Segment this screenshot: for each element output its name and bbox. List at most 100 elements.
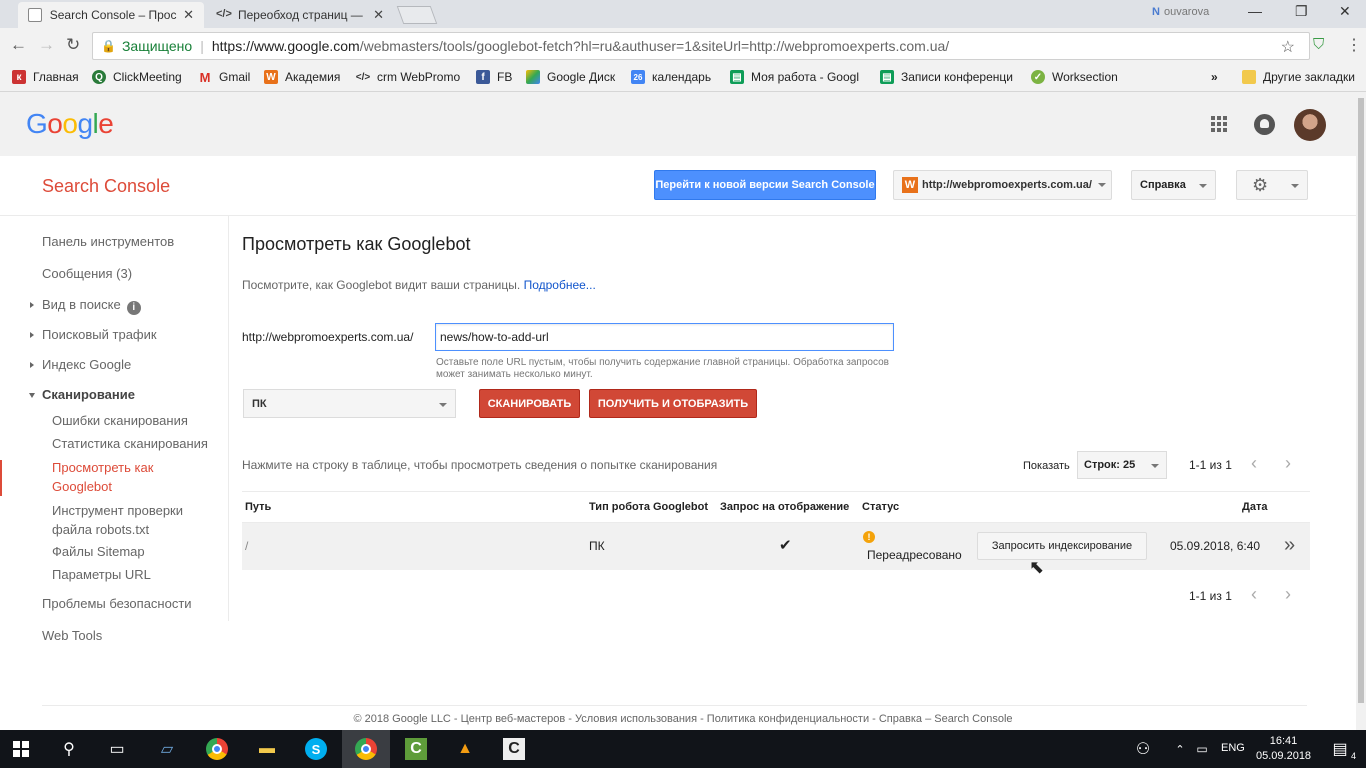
- bookmark-item[interactable]: ✓ Worksection: [1031, 70, 1118, 84]
- browser-tab-recrawl[interactable]: </> Переобход страниц — I ✕: [206, 2, 394, 28]
- search-icon[interactable]: ⚲: [57, 737, 81, 761]
- action-center-icon[interactable]: ▤ 4: [1328, 737, 1356, 761]
- row-status: Переадресовано: [867, 548, 962, 562]
- sidebar-item-search-traffic[interactable]: Поисковый трафик: [42, 327, 157, 342]
- fetch-and-render-button[interactable]: ПОЛУЧИТЬ И ОТОБРАЗИТЬ: [589, 389, 757, 418]
- bookmark-item[interactable]: ▤ Моя работа - Googl: [730, 70, 859, 84]
- vertical-scrollbar[interactable]: [1356, 92, 1366, 730]
- close-tab-icon[interactable]: ✕: [183, 7, 194, 23]
- sidebar-item-fetch-as-googlebot[interactable]: Просмотреть как Googlebot: [52, 458, 192, 496]
- col-date[interactable]: Дата: [1242, 501, 1267, 513]
- bookmark-item[interactable]: f FB: [476, 70, 512, 84]
- fetch-button[interactable]: СКАНИРОВАТЬ: [479, 389, 580, 418]
- col-path[interactable]: Путь: [245, 501, 271, 513]
- omnibox[interactable]: 🔒 Защищено | https://www.google.com/webm…: [92, 32, 1310, 60]
- bookmark-item[interactable]: Google Диск: [526, 70, 615, 84]
- sidebar-item-robots-tester[interactable]: Инструмент проверки файла robots.txt: [52, 501, 202, 539]
- col-bot-type[interactable]: Тип робота Googlebot: [589, 501, 708, 513]
- reload-icon[interactable]: ↻: [66, 35, 80, 55]
- next-page-icon[interactable]: ›: [1285, 584, 1291, 605]
- forward-icon[interactable]: →: [38, 35, 55, 55]
- col-status[interactable]: Статус: [862, 501, 899, 513]
- show-label: Показать: [1023, 460, 1070, 472]
- settings-dropdown[interactable]: ⚙: [1236, 170, 1308, 200]
- other-bookmarks[interactable]: Другие закладки: [1242, 70, 1355, 84]
- window-user[interactable]: N ouvarova: [1152, 6, 1209, 18]
- camtasia-recorder-icon[interactable]: C: [502, 737, 526, 761]
- warning-app-icon[interactable]: ▲: [453, 737, 477, 761]
- sidebar-item-search-appearance[interactable]: Вид в поиске i: [42, 297, 141, 315]
- close-tab-icon[interactable]: ✕: [373, 7, 384, 23]
- folder-icon: [1242, 70, 1256, 84]
- checkmark-icon: ✔: [779, 537, 792, 554]
- bookmark-star-icon[interactable]: ☆: [1281, 37, 1295, 57]
- shield-extension-icon[interactable]: ⛉: [1313, 36, 1324, 53]
- maximize-icon[interactable]: ❐: [1295, 3, 1308, 20]
- bookmark-item[interactable]: ▤ Записи конференци: [880, 70, 1013, 84]
- sidebar-item-crawl-stats[interactable]: Статистика сканирования: [52, 436, 208, 451]
- avatar[interactable]: [1294, 109, 1326, 141]
- next-page-icon[interactable]: ›: [1285, 453, 1291, 474]
- minimize-icon[interactable]: —: [1248, 3, 1262, 19]
- sidebar-item-web-tools[interactable]: Web Tools: [42, 628, 102, 643]
- device-select[interactable]: ПК: [243, 389, 456, 418]
- notifications-bell-icon[interactable]: [1254, 114, 1275, 135]
- sidebar-item-messages[interactable]: Сообщения (3): [42, 266, 132, 281]
- sidebar-item-dashboard[interactable]: Панель инструментов: [42, 234, 174, 249]
- prev-page-icon[interactable]: ‹: [1251, 453, 1257, 474]
- bookmark-item[interactable]: M Gmail: [198, 70, 251, 85]
- info-icon[interactable]: i: [126, 300, 141, 315]
- people-icon[interactable]: ⚇: [1131, 737, 1155, 761]
- notepad-app-icon[interactable]: ▱: [155, 737, 179, 761]
- col-render[interactable]: Запрос на отображение: [720, 501, 849, 513]
- row-details-icon[interactable]: »: [1284, 534, 1295, 557]
- google-logo[interactable]: Google: [26, 108, 114, 140]
- chrome-active-app-icon[interactable]: [342, 730, 390, 768]
- mouse-cursor-icon: ⬉: [1029, 557, 1045, 577]
- table-hint: Нажмите на строку в таблице, чтобы просм…: [242, 458, 718, 472]
- battery-icon[interactable]: ▭: [1190, 737, 1214, 761]
- menu-dots-icon[interactable]: ⋮: [1346, 35, 1362, 55]
- url-path-input[interactable]: [435, 323, 894, 351]
- site-selector[interactable]: W http://webpromoexperts.com.ua/: [893, 170, 1112, 200]
- apps-grid-icon[interactable]: [1211, 116, 1227, 132]
- rows-per-page-select[interactable]: Строк: 25: [1077, 451, 1167, 479]
- bookmark-item[interactable]: к Главная: [12, 70, 79, 84]
- close-window-icon[interactable]: ✕: [1339, 3, 1351, 20]
- file-explorer-icon[interactable]: ▬: [255, 737, 279, 761]
- tray-chevron-icon[interactable]: ⌃: [1168, 737, 1192, 761]
- chrome-app-icon[interactable]: [205, 737, 229, 761]
- learn-more-link[interactable]: Подробнее...: [524, 278, 596, 292]
- table-row[interactable]: / ПК ✔ ! Переадресовано Запросить индекс…: [242, 523, 1310, 570]
- request-indexing-button[interactable]: Запросить индексирование: [977, 532, 1147, 560]
- url-host: https://www.google.com: [211, 38, 360, 54]
- bookmark-item[interactable]: Q ClickMeeting: [92, 70, 182, 84]
- camtasia-app-icon[interactable]: C: [404, 737, 428, 761]
- skype-app-icon[interactable]: S: [304, 737, 328, 761]
- sidebar-item-sitemaps[interactable]: Файлы Sitemap: [52, 544, 145, 559]
- chevron-down-icon: [1097, 183, 1106, 187]
- sidebar-item-crawl[interactable]: Сканирование: [42, 387, 135, 402]
- system-clock[interactable]: 16:41 05.09.2018: [1256, 734, 1311, 764]
- new-tab-button[interactable]: [396, 6, 438, 24]
- scrollbar-thumb[interactable]: [1358, 98, 1364, 703]
- sidebar-item-crawl-errors[interactable]: Ошибки сканирования: [52, 413, 188, 428]
- new-version-button[interactable]: Перейти к новой версии Search Console: [654, 170, 876, 200]
- back-icon[interactable]: ←: [10, 35, 27, 55]
- sidebar-item-google-index[interactable]: Индекс Google: [42, 357, 131, 372]
- task-view-icon[interactable]: ▭: [105, 737, 129, 761]
- bookmarks-overflow-button[interactable]: »: [1211, 70, 1218, 84]
- active-indicator: [0, 460, 2, 496]
- home-bookmark-icon: к: [12, 70, 26, 84]
- bookmark-item[interactable]: W Академия: [264, 70, 340, 84]
- prev-page-icon[interactable]: ‹: [1251, 584, 1257, 605]
- sidebar-item-security-issues[interactable]: Проблемы безопасности: [42, 596, 192, 611]
- product-title[interactable]: Search Console: [42, 176, 170, 197]
- windows-start-icon[interactable]: [9, 737, 33, 761]
- sidebar-item-url-parameters[interactable]: Параметры URL: [52, 567, 151, 582]
- language-indicator[interactable]: ENG: [1221, 742, 1245, 754]
- bookmark-item[interactable]: 26 календарь: [631, 70, 711, 84]
- help-dropdown[interactable]: Справка: [1131, 170, 1216, 200]
- browser-tab-search-console[interactable]: Search Console – Просм ✕: [18, 2, 204, 28]
- bookmark-item[interactable]: </> crm WebPromo: [356, 70, 460, 84]
